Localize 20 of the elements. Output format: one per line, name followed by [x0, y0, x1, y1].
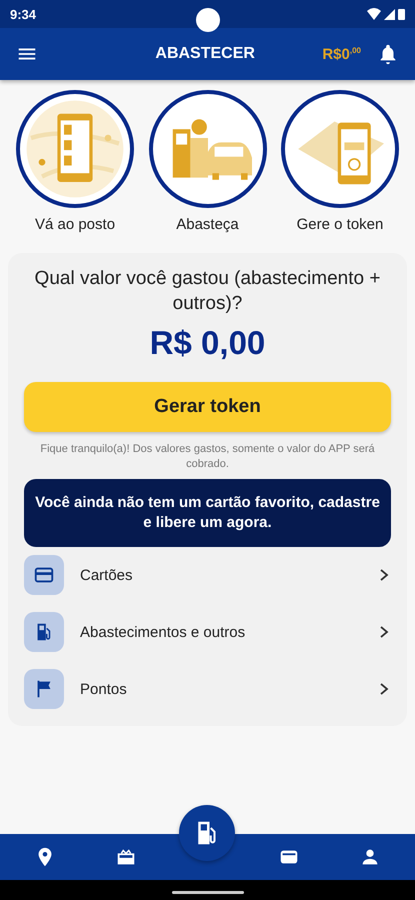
step-label: Vá ao posto — [34, 216, 116, 233]
home-indicator — [172, 891, 244, 894]
amount-value: R$ 0,00 — [150, 324, 266, 362]
amount-question: Qual valor você gastou (abastecimento + outros)? — [34, 267, 382, 316]
menu-item[interactable]: Cartões — [24, 547, 391, 604]
wifi-icon — [367, 8, 381, 20]
menu-item[interactable]: Pontos — [24, 661, 391, 718]
step-label: Abasteça — [176, 216, 239, 233]
fuel-fab-button[interactable] — [179, 805, 235, 861]
balance-amount: R$0$^{,00}$ — [322, 46, 361, 62]
battery-icon — [398, 8, 405, 20]
generate-token-button[interactable]: Gerar token — [24, 382, 391, 432]
favorite-card-banner[interactable]: Você ainda não tem um cartão favorito, cadastre e libere um agora. — [24, 478, 391, 548]
info-note: Fique tranquilo(a)! Dos valores gastos, somente o valor do APP será cobrado. — [39, 442, 376, 471]
camera-cutout — [196, 8, 220, 32]
status-time: 9:34 — [10, 6, 36, 22]
menu-item[interactable]: Abastecimentos e outros — [24, 604, 391, 662]
step-label: Gere o token — [296, 216, 384, 233]
screen-title: ABASTECER — [154, 45, 256, 63]
signal-icon — [384, 8, 395, 20]
